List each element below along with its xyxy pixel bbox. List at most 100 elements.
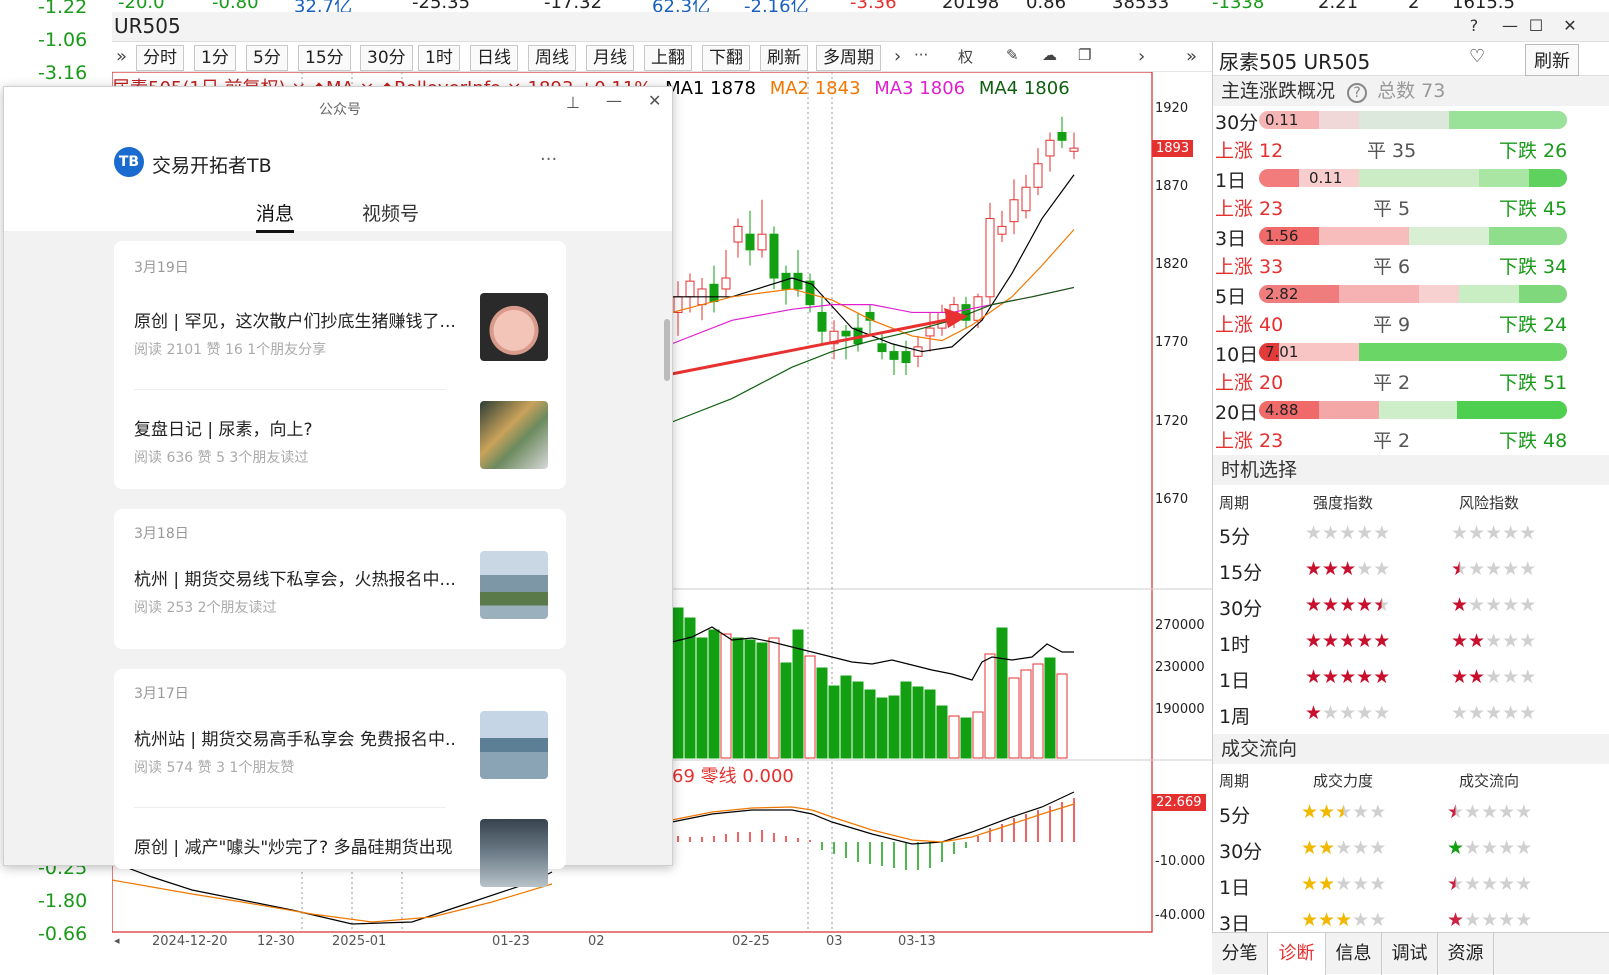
- adjust-weight-button[interactable]: 权: [958, 46, 973, 67]
- more-dots-icon[interactable]: ···: [914, 46, 928, 64]
- tab-resources[interactable]: 资源: [1438, 933, 1494, 975]
- article-thumbnail[interactable]: [480, 551, 548, 619]
- page-up-button[interactable]: 上翻: [644, 45, 692, 71]
- timing-period: 1日: [1219, 670, 1251, 692]
- popup-minimize-button[interactable]: —: [606, 91, 622, 110]
- close-button[interactable]: ✕: [1558, 16, 1582, 35]
- period-button-week[interactable]: 周线: [528, 45, 576, 71]
- left-value: -1.06: [38, 29, 88, 51]
- heart-icon[interactable]: ♡: [1469, 46, 1485, 67]
- help-icon[interactable]: ?: [1462, 16, 1486, 35]
- flow-title: 成交流向: [1221, 738, 1298, 760]
- quote-value: -20.0: [118, 0, 165, 12]
- article-title[interactable]: 杭州站 | 期货交易高手私享会 免费报名中...: [134, 725, 454, 750]
- article-title[interactable]: 原创 | 罕见，这次散户们抄底生猪赚钱了...: [134, 307, 454, 332]
- article-thumbnail[interactable]: [480, 819, 548, 887]
- overview-section-header: 主连涨跌概况 ? 总数 73: [1213, 76, 1609, 106]
- tab-info[interactable]: 信息: [1326, 933, 1382, 975]
- article-item[interactable]: 原创 | 罕见，这次散户们抄底生猪赚钱了... 阅读 2101 赞 16 1个朋友…: [114, 293, 566, 390]
- timing-period: 5分: [1219, 526, 1251, 548]
- multi-period-button[interactable]: 多周期: [816, 45, 881, 71]
- period-button-day[interactable]: 日线: [470, 45, 518, 71]
- volume-bar: [756, 642, 768, 759]
- flow-header: 成交流向: [1459, 772, 1520, 790]
- minimize-button[interactable]: —: [1498, 16, 1522, 35]
- maximize-button[interactable]: ☐: [1524, 16, 1548, 35]
- symbol-header: 尿素505 UR505 ♡ 刷新: [1213, 42, 1609, 76]
- overview-bar-value: 0.11: [1309, 169, 1343, 187]
- help-icon[interactable]: ?: [1347, 83, 1368, 103]
- article-item[interactable]: 杭州站 | 期货交易高手私享会 免费报名中... 阅读 574 赞 3 1个朋友赞: [114, 711, 566, 808]
- overview-bar-segment: [1319, 401, 1379, 419]
- period-button-1min[interactable]: 1分: [194, 45, 236, 71]
- period-button-month[interactable]: 月线: [586, 45, 634, 71]
- article-item[interactable]: 杭州 | 期货交易线下私享会，火热报名中... 阅读 253 2个朋友读过: [114, 551, 566, 631]
- symbol-title: 尿素505 UR505: [1219, 50, 1371, 74]
- volume-bar: [744, 639, 756, 759]
- period-button-tick[interactable]: 分时: [136, 45, 184, 71]
- article-divider: [134, 389, 446, 390]
- pencil-icon[interactable]: ✎: [1006, 46, 1019, 64]
- left-value: -1.22: [38, 0, 88, 18]
- legend-ma2: MA2 1843: [769, 78, 861, 96]
- refresh-button[interactable]: 刷新: [1525, 44, 1579, 76]
- candle-body: [901, 351, 911, 364]
- scroll-left-icon[interactable]: ◂: [114, 934, 120, 947]
- flat-count: 平 2: [1373, 372, 1411, 394]
- period-button-15min[interactable]: 15分: [298, 45, 351, 71]
- toolbar-more-right-icon[interactable]: »: [1186, 46, 1197, 67]
- price-tick: 1870: [1155, 179, 1189, 194]
- fall-count: 下跌 24: [1499, 314, 1568, 336]
- popup-close-button[interactable]: ✕: [648, 91, 661, 110]
- cloud-icon[interactable]: ☁: [1042, 46, 1057, 64]
- direction-stars: ★★★★★: [1447, 873, 1533, 895]
- candle-body: [841, 330, 851, 337]
- pin-icon[interactable]: ⊥: [566, 93, 580, 112]
- article-title[interactable]: 复盘日记 | 尿素，向上?: [134, 415, 454, 440]
- overview-bar-segment: [1419, 285, 1459, 303]
- article-title[interactable]: 杭州 | 期货交易线下私享会，火热报名中...: [134, 565, 454, 590]
- account-name[interactable]: 交易开拓者TB: [152, 151, 272, 178]
- article-thumbnail[interactable]: [480, 401, 548, 469]
- article-date: 3月17日: [134, 686, 189, 702]
- article-thumbnail[interactable]: [480, 711, 548, 779]
- flow-period: 1日: [1219, 877, 1251, 899]
- tab-video[interactable]: 视频号: [362, 199, 419, 226]
- overview-bar-segment: [1259, 169, 1299, 187]
- volume-bar: [768, 637, 780, 759]
- tab-messages[interactable]: 消息: [256, 199, 295, 233]
- timing-header: 强度指数: [1313, 494, 1374, 512]
- volume-bar: [708, 629, 720, 759]
- timing-header: 周期: [1219, 494, 1250, 512]
- overview-period-label: 3日: [1215, 228, 1247, 250]
- chevron-right-icon[interactable]: ›: [1138, 46, 1145, 67]
- article-title[interactable]: 原创 | 减产"噱头"炒完了? 多晶硅期货出现: [134, 833, 454, 858]
- quote-value: -2.16亿: [744, 0, 809, 12]
- article-meta: 阅读 2101 赞 16 1个朋友分享: [134, 342, 327, 358]
- tab-ticks[interactable]: 分笔: [1212, 933, 1268, 975]
- article-item[interactable]: 复盘日记 | 尿素，向上? 阅读 636 赞 5 3个朋友读过: [114, 401, 566, 481]
- refresh-button[interactable]: 刷新: [760, 45, 808, 71]
- period-button-1h[interactable]: 1时: [418, 45, 460, 71]
- strength-stars: ★★★★★: [1305, 558, 1391, 580]
- quote-value: -17.32: [544, 0, 603, 12]
- chevron-right-icon[interactable]: ›: [894, 46, 901, 67]
- candle-body: [745, 233, 755, 251]
- article-item[interactable]: 原创 | 减产"噱头"炒完了? 多晶硅期货出现: [114, 819, 566, 899]
- period-button-30min[interactable]: 30分: [360, 45, 413, 71]
- toolbar-more-left-icon[interactable]: »: [116, 46, 127, 67]
- scrollbar-thumb[interactable]: [664, 319, 670, 381]
- volume-bar: [816, 667, 828, 759]
- date-tick: 03: [826, 934, 843, 949]
- article-thumbnail[interactable]: [480, 293, 548, 361]
- overview-bar-segment: [1519, 285, 1567, 303]
- quote-value: -0.80: [212, 0, 259, 12]
- period-button-5min[interactable]: 5分: [246, 45, 288, 71]
- overview-period-label: 30分: [1215, 112, 1259, 134]
- more-dots-icon[interactable]: ···: [540, 149, 557, 170]
- layers-icon[interactable]: ❐: [1078, 46, 1091, 64]
- page-down-button[interactable]: 下翻: [702, 45, 750, 71]
- tab-debug[interactable]: 调试: [1382, 933, 1438, 975]
- flow-header: 周期: [1219, 772, 1250, 790]
- tab-diagnosis[interactable]: 诊断: [1268, 933, 1326, 975]
